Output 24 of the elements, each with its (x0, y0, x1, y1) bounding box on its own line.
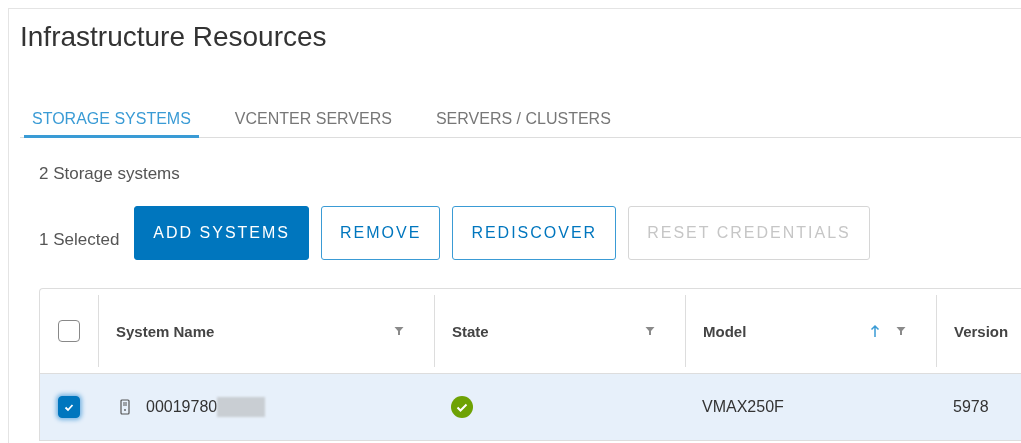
action-button[interactable]: ADD SYSTEMS (134, 206, 310, 260)
tab[interactable]: VCENTER SERVERS (226, 105, 400, 138)
row-checkbox[interactable] (58, 396, 80, 418)
column-header[interactable]: State (452, 322, 489, 340)
server-icon (120, 399, 130, 415)
table-cell: VMAX250F (702, 398, 784, 416)
select-all-checkbox[interactable] (58, 320, 80, 342)
table-cell: 5978 (953, 398, 989, 416)
system-name: 00019780 (146, 398, 218, 416)
column-header[interactable]: Model (703, 322, 747, 340)
sort-ascending-icon[interactable] (870, 324, 880, 338)
table-row[interactable]: 00019780 VMAX250F 5978 (40, 374, 1021, 440)
filter-icon[interactable] (394, 326, 404, 336)
action-button[interactable]: REMOVE (321, 206, 441, 260)
filter-icon[interactable] (645, 326, 655, 336)
tab[interactable]: SERVERS / CLUSTERS (427, 105, 619, 138)
action-button[interactable]: REDISCOVER (452, 206, 617, 260)
selection-count: 1 Selected (39, 230, 120, 250)
column-header[interactable]: System Name (116, 322, 215, 340)
column-header[interactable]: Version (954, 322, 1009, 340)
system-count: 2 Storage systems (39, 164, 181, 184)
filter-icon[interactable] (896, 326, 906, 336)
tab[interactable]: STORAGE SYSTEMS (24, 105, 199, 138)
page-title: Infrastructure Resources (20, 20, 328, 54)
